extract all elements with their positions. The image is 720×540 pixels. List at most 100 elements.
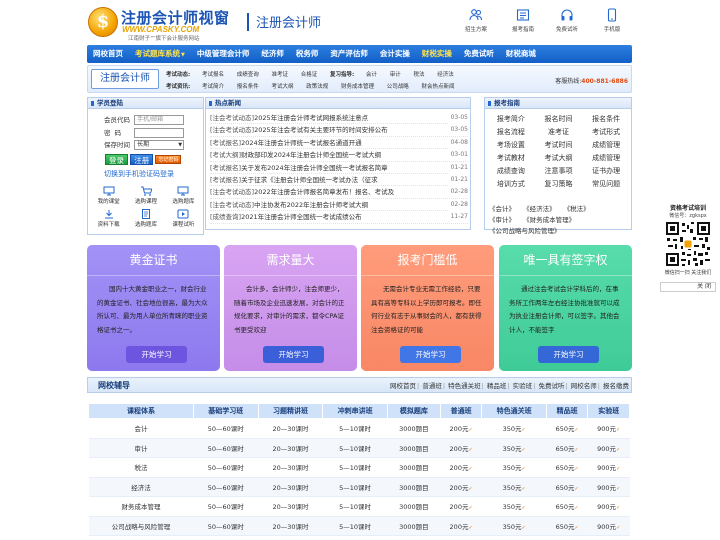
news-title[interactable]: 关于征求《注册会计师全国统一考试办法（征求 xyxy=(241,176,378,184)
guide-link[interactable]: 常见问题 xyxy=(582,179,630,189)
nav-free-trial[interactable]: 免费试听 xyxy=(458,45,500,63)
price-value[interactable]: 200元 xyxy=(450,425,469,433)
price-value[interactable]: 350元 xyxy=(503,503,522,511)
course-link[interactable]: 普通班 xyxy=(422,382,442,390)
subnav-link[interactable]: 政策法规 xyxy=(306,84,328,90)
quick-download[interactable]: 资料下载 xyxy=(90,209,127,228)
news-item[interactable]: [考试报名]关于征求《注册会计师全国统一考试办法（征求 01-21 xyxy=(210,173,468,187)
price-value[interactable]: 200元 xyxy=(450,464,469,472)
quick-buy-bank-2[interactable]: 选购题库 xyxy=(127,209,164,228)
nav-tax-agent[interactable]: 税务师 xyxy=(290,45,325,63)
forgot-password-button[interactable]: 忘记密码 xyxy=(155,155,182,164)
news-title[interactable]: 关于发布2024年注册会计师全国统一考试报名简章 xyxy=(241,164,388,172)
price-value[interactable]: 350元 xyxy=(503,484,522,492)
price-value[interactable]: 200元 xyxy=(450,523,469,531)
guide-link[interactable]: 成绩管理 xyxy=(582,140,630,150)
price-value[interactable]: 650元 xyxy=(556,484,575,492)
quick-buy-bank[interactable]: 选购题库 xyxy=(165,186,202,205)
price-value[interactable]: 650元 xyxy=(556,464,575,472)
subnav-link[interactable]: 成绩查询 xyxy=(237,72,259,78)
news-item[interactable]: [考试报名]2024年注册会计师统一考试报名通道开通 04-08 xyxy=(210,136,468,150)
guide-link[interactable]: 考场设置 xyxy=(487,140,535,150)
price-value[interactable]: 650元 xyxy=(556,523,575,531)
news-title[interactable]: 2024年注册会计师统一考试报名通道开通 xyxy=(241,139,362,147)
nav-question-bank[interactable]: 考试题库系统▼ xyxy=(129,45,191,63)
subnav-link[interactable]: 准考证 xyxy=(271,72,288,78)
subnav-link[interactable]: 考试简介 xyxy=(202,84,224,90)
price-value[interactable]: 350元 xyxy=(503,445,522,453)
keep-select[interactable]: 长期 ▼ xyxy=(134,140,185,150)
subnav-link[interactable]: 公司战略 xyxy=(387,84,409,90)
nav-home[interactable]: 网校首页 xyxy=(87,45,129,63)
qr-close-button[interactable]: 关 闭 xyxy=(660,282,716,292)
news-item[interactable]: [考试报名]关于发布2024年注册会计师全国统一考试报名简章 01-21 xyxy=(210,161,468,174)
price-value[interactable]: 650元 xyxy=(556,425,575,433)
guide-link[interactable]: 报名时间 xyxy=(535,114,583,124)
nav-management-accountant[interactable]: 中级管理会计师 xyxy=(191,45,256,63)
course-link[interactable]: 免费试听 xyxy=(538,382,564,390)
start-learning-button[interactable]: 开始学习 xyxy=(400,346,461,363)
news-item[interactable]: [注会考试动态]2025年注会考试有关主要环节的时间安排公布 03-05 xyxy=(210,124,468,137)
guide-link[interactable]: 考试大纲 xyxy=(535,153,583,163)
subnav-link[interactable]: 会计 xyxy=(366,72,377,78)
quick-trial[interactable]: 课程试听 xyxy=(165,209,202,228)
course-link[interactable]: 网校名师 xyxy=(571,382,597,390)
subject-link[interactable]: 《财务成本管理》 xyxy=(523,216,575,224)
guide-link[interactable]: 准考证 xyxy=(535,127,583,137)
subject-link[interactable]: 《公司战略与风险管理》 xyxy=(489,227,561,235)
guide-link[interactable]: 考试形式 xyxy=(582,127,630,137)
news-title[interactable]: 2021年注册会计师全国统一考试成绩公布 xyxy=(241,213,362,221)
price-value[interactable]: 200元 xyxy=(450,484,469,492)
news-title[interactable]: 2022年注册会计师报名简章发布！报名、考试及 xyxy=(254,188,394,196)
price-value[interactable]: 350元 xyxy=(503,425,522,433)
subnav-link[interactable]: 报名条件 xyxy=(237,84,259,90)
price-value[interactable]: 650元 xyxy=(556,445,575,453)
price-value[interactable]: 900元 xyxy=(597,464,616,472)
news-title[interactable]: 2025年注会考试有关主要环节的时间安排公布 xyxy=(254,126,388,134)
course-link[interactable]: 精品班 xyxy=(487,382,507,390)
user-input[interactable]: 手机/邮箱 xyxy=(134,115,185,125)
subnav-link[interactable]: 考试报名 xyxy=(202,72,224,78)
subnav-link[interactable]: 经济法 xyxy=(437,72,454,78)
top-link-trial[interactable]: 免费试听 xyxy=(547,8,587,33)
price-value[interactable]: 350元 xyxy=(503,523,522,531)
password-input[interactable] xyxy=(134,128,185,138)
subnav-link[interactable]: 审计 xyxy=(390,72,401,78)
subject-link[interactable]: 《审计》 xyxy=(489,216,515,224)
top-link-guide[interactable]: 报考指南 xyxy=(503,8,543,33)
news-title[interactable]: 中注协发布2022年注册会计师考试大纲 xyxy=(254,201,368,209)
course-link[interactable]: 网校首页 xyxy=(390,382,416,390)
start-learning-button[interactable]: 开始学习 xyxy=(538,346,599,363)
news-item[interactable]: [注会考试动态]2025年注册会计师考试网报系统注意点 03-05 xyxy=(210,112,468,125)
start-learning-button[interactable]: 开始学习 xyxy=(263,346,324,363)
nav-accounting-practice[interactable]: 会计实操 xyxy=(374,45,416,63)
price-value[interactable]: 900元 xyxy=(597,484,616,492)
price-value[interactable]: 650元 xyxy=(556,503,575,511)
site-logo[interactable]: $ 注册会计师视窗 WWW.CPASKY.COM 江南财子™旗下会计服务网站 xyxy=(88,5,248,42)
subnav-link[interactable]: 考试大纲 xyxy=(271,84,293,90)
nav-asset-appraiser[interactable]: 资产评估师 xyxy=(324,45,374,63)
price-value[interactable]: 900元 xyxy=(597,503,616,511)
subnav-link[interactable]: 合格证 xyxy=(301,72,318,78)
login-button[interactable]: 登录 xyxy=(105,154,128,165)
quick-buy-course[interactable]: 选购课程 xyxy=(127,186,164,205)
price-value[interactable]: 900元 xyxy=(597,425,616,433)
nav-economist[interactable]: 经济师 xyxy=(255,45,290,63)
subnav-link[interactable]: 税法 xyxy=(414,72,425,78)
guide-link[interactable]: 复习策略 xyxy=(535,179,583,189)
news-item[interactable]: [考试大纲]财政部印发2024年注册会计师全国统一考试大纲 03-01 xyxy=(210,149,468,162)
news-title[interactable]: 财政部印发2024年注册会计师全国统一考试大纲 xyxy=(241,151,381,159)
guide-link[interactable]: 证书办理 xyxy=(582,166,630,176)
quick-my-class[interactable]: 我的课堂 xyxy=(90,186,127,205)
course-link[interactable]: 报名缴费 xyxy=(603,382,629,390)
switch-phone-login-link[interactable]: 切换到手机验证码登录 xyxy=(104,169,174,179)
start-learning-button[interactable]: 开始学习 xyxy=(126,346,187,363)
top-link-enrollment[interactable]: 招生方案 xyxy=(456,8,496,33)
subject-link[interactable]: 《税法》 xyxy=(564,205,590,213)
news-item[interactable]: [成绩查询]2021年注册会计师全国统一考试成绩公布 11-27 xyxy=(210,211,468,224)
news-title[interactable]: 2025年注册会计师考试网报系统注意点 xyxy=(254,114,368,122)
nav-tax-practice[interactable]: 财税实操 xyxy=(416,45,458,63)
subnav-link[interactable]: 财会热点新闻 xyxy=(422,84,455,90)
nav-mall[interactable]: 财税商城 xyxy=(500,45,542,63)
news-item[interactable]: [注会考试动态]中注协发布2022年注册会计师考试大纲 02-28 xyxy=(210,198,468,212)
